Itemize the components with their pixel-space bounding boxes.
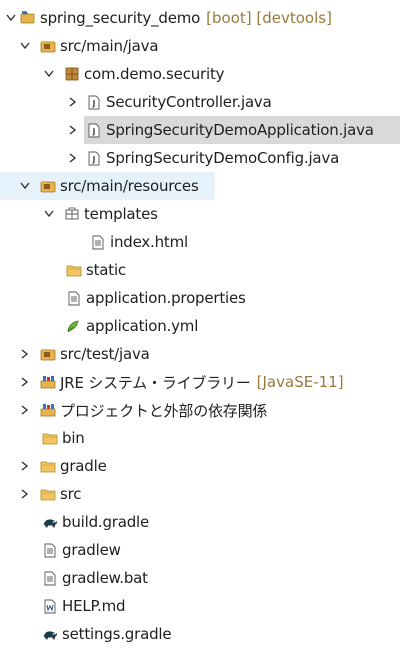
java-file-icon bbox=[86, 94, 102, 110]
tree-item-gradlew[interactable]: gradlew bbox=[0, 536, 400, 564]
tree-item-label: static bbox=[86, 261, 126, 279]
chevron-down-icon[interactable] bbox=[42, 67, 56, 81]
project-name: spring_security_demo bbox=[40, 9, 201, 27]
source-folder-icon bbox=[40, 346, 56, 362]
tree-item-label: JRE システム・ライブラリー bbox=[60, 373, 251, 392]
tree-item-project[interactable]: spring_security_demo [boot] [devtools] bbox=[0, 4, 400, 32]
project-icon bbox=[20, 10, 36, 26]
chevron-right-icon[interactable] bbox=[66, 95, 80, 109]
folder-icon bbox=[40, 458, 56, 474]
tree-item-label: application.properties bbox=[86, 289, 246, 307]
tree-item-label: gradlew bbox=[62, 541, 121, 559]
tree-item-gradle-folder[interactable]: gradle bbox=[0, 452, 400, 480]
text-file-icon bbox=[42, 542, 58, 558]
library-icon bbox=[40, 374, 56, 390]
java-file-icon bbox=[86, 122, 102, 138]
tree-item-label: gradlew.bat bbox=[62, 569, 148, 587]
package-icon bbox=[64, 66, 80, 82]
tree-item-label: SpringSecurityDemoConfig.java bbox=[106, 149, 340, 167]
folder-icon bbox=[66, 262, 82, 278]
tree-item-java-file[interactable]: SecurityController.java bbox=[0, 88, 400, 116]
chevron-down-icon[interactable] bbox=[42, 207, 56, 221]
chevron-right-icon[interactable] bbox=[18, 347, 32, 361]
folder-icon bbox=[40, 486, 56, 502]
html-file-icon bbox=[90, 234, 106, 250]
gradle-file-icon bbox=[42, 514, 58, 530]
tree-item-label: com.demo.security bbox=[84, 65, 225, 83]
tree-item-src-main-java[interactable]: src/main/java bbox=[0, 32, 400, 60]
tree-item-label: settings.gradle bbox=[62, 625, 172, 643]
source-folder-icon bbox=[40, 38, 56, 54]
chevron-down-icon[interactable] bbox=[4, 11, 18, 25]
tree-item-bin[interactable]: bin bbox=[0, 424, 400, 452]
tree-item-label: SpringSecurityDemoApplication.java bbox=[106, 121, 374, 139]
chevron-down-icon[interactable] bbox=[18, 39, 32, 53]
tree-item-label: プロジェクトと外部の依存関係 bbox=[60, 401, 268, 420]
tree-item-properties-file[interactable]: application.properties bbox=[0, 284, 400, 312]
markdown-file-icon bbox=[42, 598, 58, 614]
chevron-right-icon[interactable] bbox=[18, 459, 32, 473]
chevron-right-icon[interactable] bbox=[66, 123, 80, 137]
yml-file-icon bbox=[66, 318, 82, 334]
chevron-right-icon[interactable] bbox=[18, 375, 32, 389]
java-file-icon bbox=[86, 150, 102, 166]
tree-item-label: src/main/resources bbox=[60, 177, 199, 195]
tree-item-src-test-java[interactable]: src/test/java bbox=[0, 340, 400, 368]
tree-item-label: HELP.md bbox=[62, 597, 126, 615]
tree-item-html-file[interactable]: index.html bbox=[0, 228, 400, 256]
tree-item-label: templates bbox=[84, 205, 158, 223]
tree-item-help-md[interactable]: HELP.md bbox=[0, 592, 400, 620]
tree-item-label: application.yml bbox=[86, 317, 199, 335]
tree-item-jre[interactable]: JRE システム・ライブラリー [JavaSE-11] bbox=[0, 368, 400, 396]
tree-item-label: src bbox=[60, 485, 82, 503]
tree-item-templates[interactable]: templates bbox=[0, 200, 400, 228]
tree-item-build-gradle[interactable]: build.gradle bbox=[0, 508, 400, 536]
tree-item-gradlew-bat[interactable]: gradlew.bat bbox=[0, 564, 400, 592]
tree-item-static[interactable]: static bbox=[0, 256, 400, 284]
library-icon bbox=[40, 402, 56, 418]
project-decoration: [boot] [devtools] bbox=[206, 9, 332, 27]
jre-decoration: [JavaSE-11] bbox=[256, 373, 344, 391]
selection-highlight: SpringSecurityDemoApplication.java bbox=[84, 116, 400, 144]
tree-item-label: build.gradle bbox=[62, 513, 150, 531]
tree-item-label: src/test/java bbox=[60, 345, 150, 363]
tree-item-package[interactable]: com.demo.security bbox=[0, 60, 400, 88]
tree-item-yml-file[interactable]: application.yml bbox=[0, 312, 400, 340]
tree-item-dependencies[interactable]: プロジェクトと外部の依存関係 bbox=[0, 396, 400, 424]
tree-item-label: SecurityController.java bbox=[106, 93, 272, 111]
chevron-right-icon[interactable] bbox=[18, 487, 32, 501]
gradle-file-icon bbox=[42, 626, 58, 642]
tree-item-src-folder[interactable]: src bbox=[0, 480, 400, 508]
folder-icon bbox=[42, 430, 58, 446]
source-folder-icon bbox=[40, 178, 56, 194]
tree-item-label: src/main/java bbox=[60, 37, 159, 55]
chevron-right-icon[interactable] bbox=[18, 403, 32, 417]
tree-item-src-main-resources[interactable]: src/main/resources bbox=[0, 172, 215, 200]
tree-item-label: index.html bbox=[110, 233, 188, 251]
tree-item-java-file-selected[interactable]: SpringSecurityDemoApplication.java bbox=[0, 116, 400, 144]
tree-item-label: gradle bbox=[60, 457, 107, 475]
text-file-icon bbox=[42, 570, 58, 586]
project-explorer-tree: spring_security_demo [boot] [devtools] s… bbox=[0, 0, 400, 662]
tree-item-label: bin bbox=[62, 429, 85, 447]
tree-item-settings-gradle[interactable]: settings.gradle bbox=[0, 620, 400, 648]
templates-folder-icon bbox=[64, 206, 80, 222]
tree-item-java-file[interactable]: SpringSecurityDemoConfig.java bbox=[0, 144, 400, 172]
properties-file-icon bbox=[66, 290, 82, 306]
chevron-down-icon[interactable] bbox=[18, 179, 32, 193]
chevron-right-icon[interactable] bbox=[66, 151, 80, 165]
